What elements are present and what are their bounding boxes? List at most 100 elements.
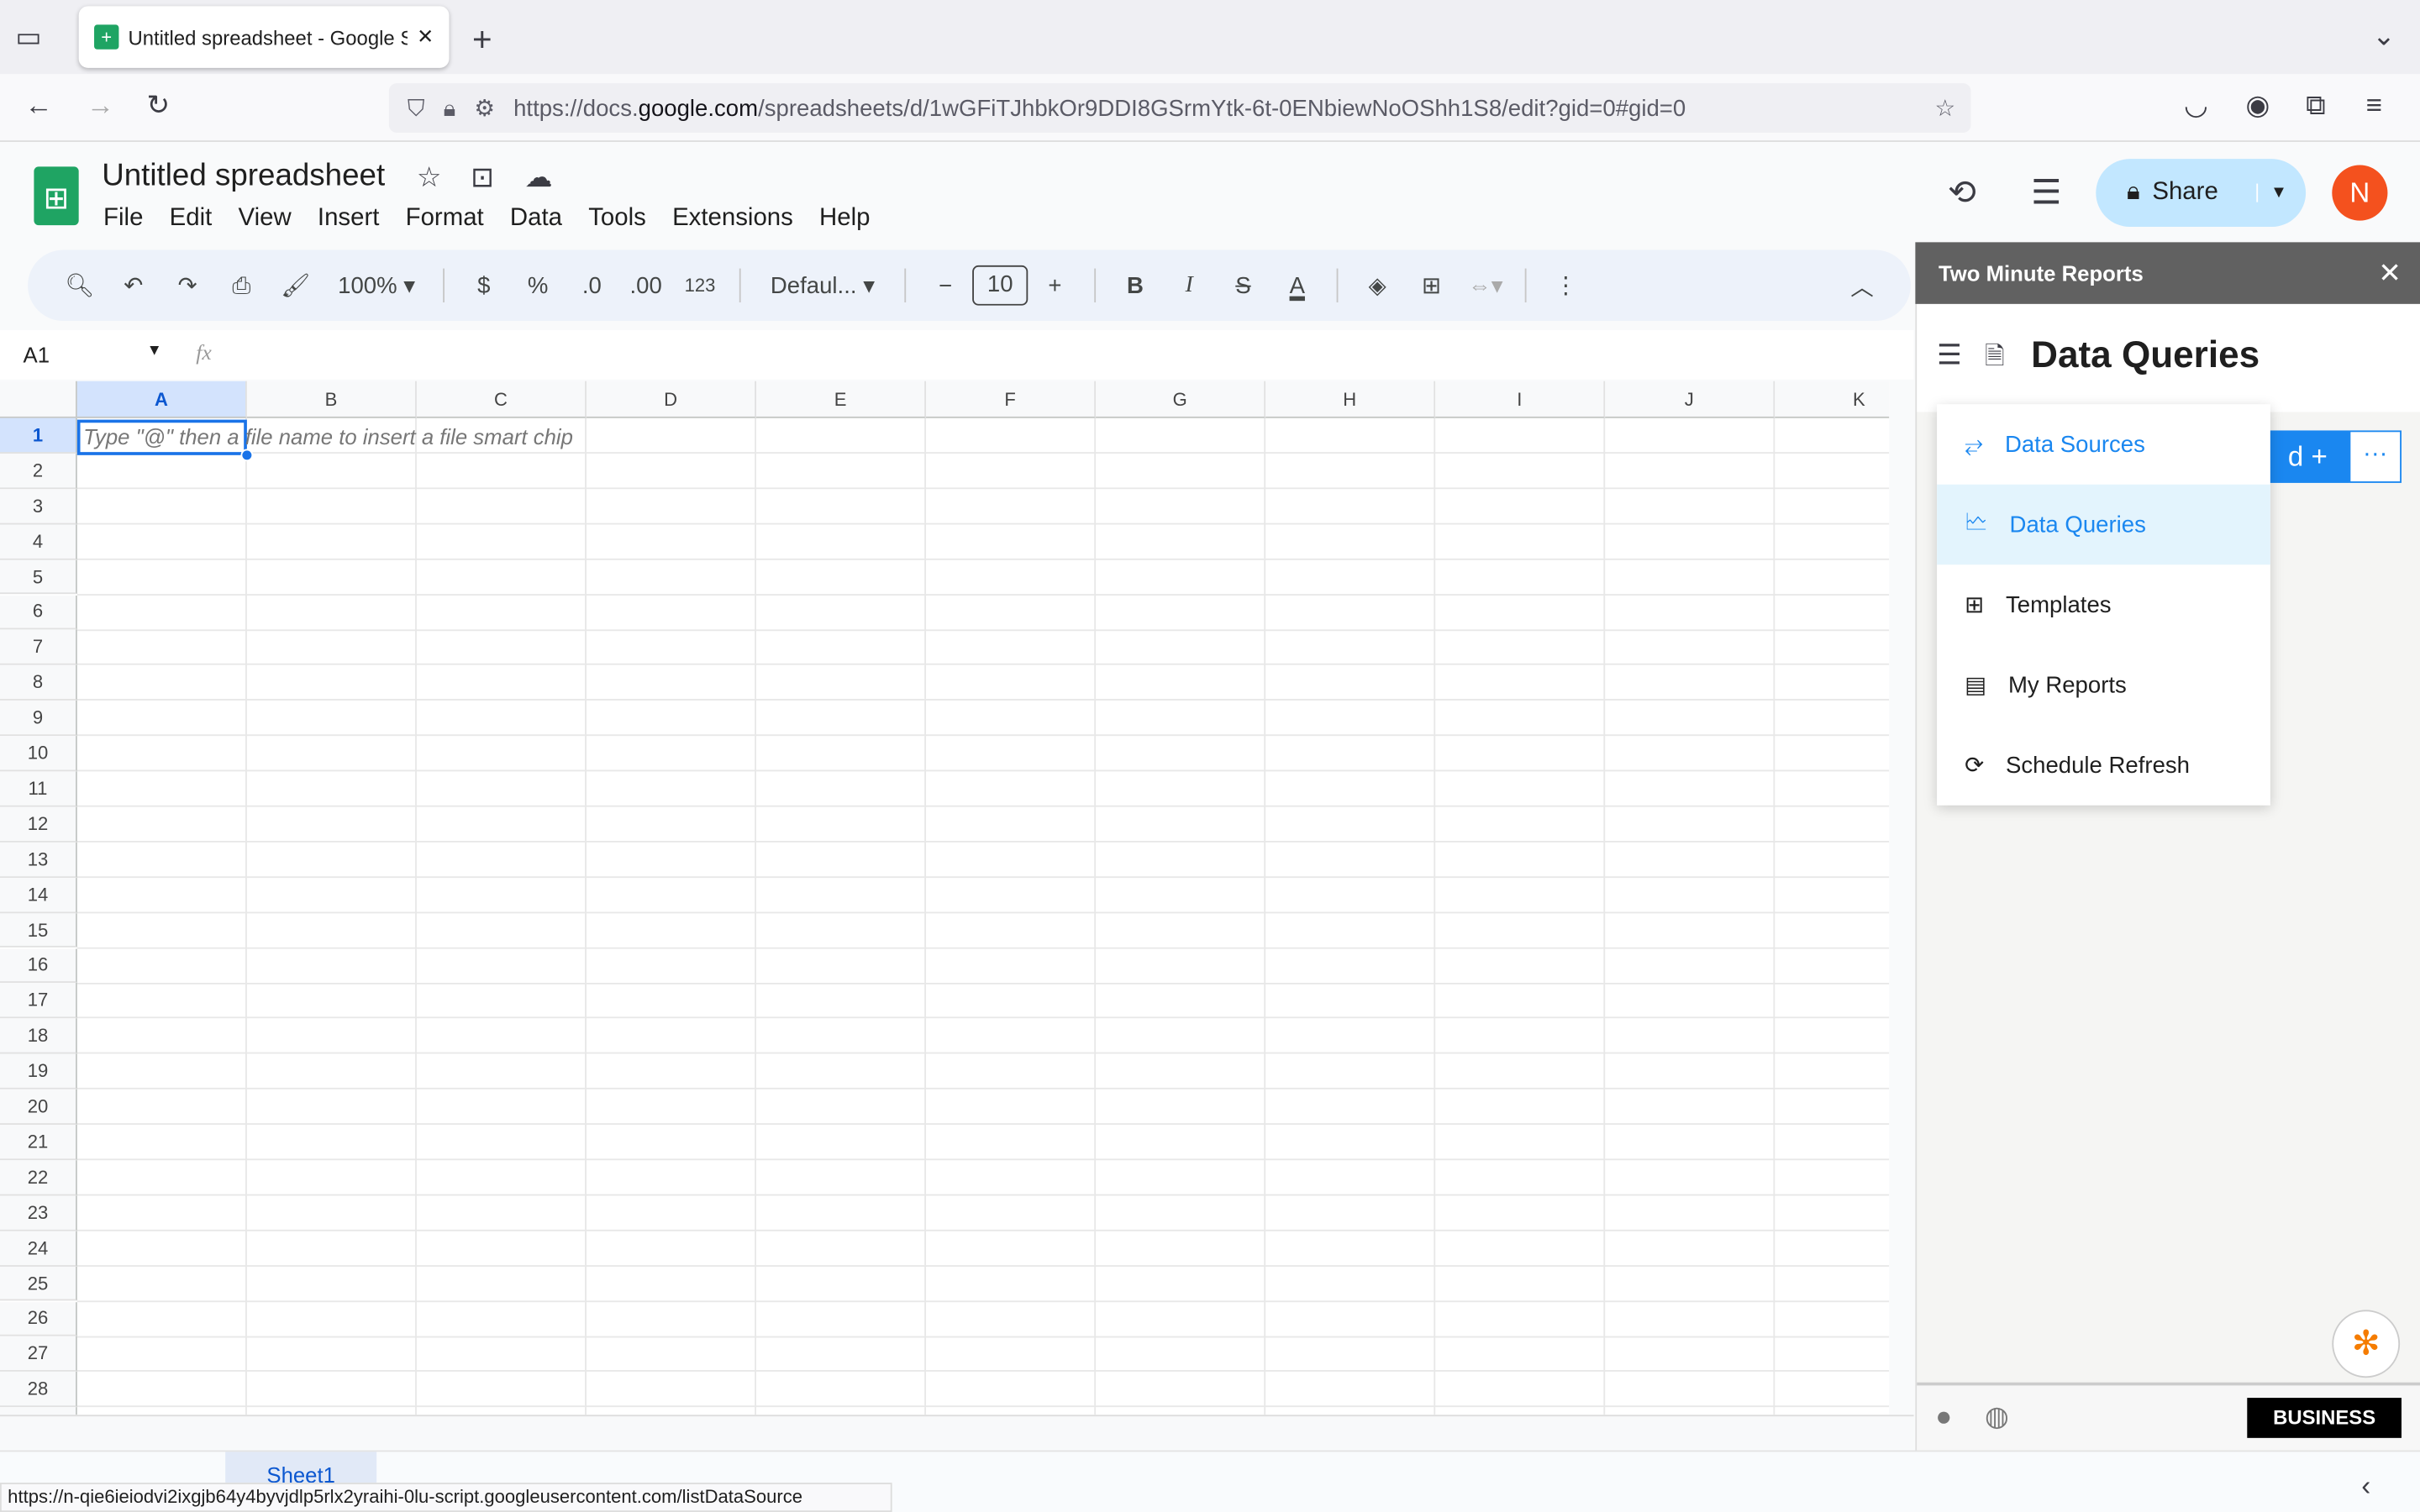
pocket-icon[interactable]: ◡	[2184, 90, 2208, 123]
row-header[interactable]	[0, 1407, 77, 1415]
row-header[interactable]: 26	[0, 1301, 77, 1337]
row-header[interactable]: 16	[0, 948, 77, 984]
column-header-h[interactable]: H	[1265, 381, 1436, 418]
merge-cells-icon[interactable]: ⇔▾	[1459, 271, 1512, 299]
column-header-k[interactable]: K	[1775, 381, 1890, 418]
row-header[interactable]: 8	[0, 665, 77, 701]
font-size-increase-icon[interactable]: +	[1028, 272, 1081, 298]
row-header[interactable]: 11	[0, 771, 77, 807]
column-header-g[interactable]: G	[1096, 381, 1266, 418]
print-icon[interactable]: ⎙	[214, 272, 268, 298]
redo-icon[interactable]: ↷	[160, 271, 214, 299]
font-select[interactable]: Defaul... ▾	[753, 271, 892, 299]
hamburger-menu-icon[interactable]: ☰	[1937, 339, 1962, 372]
undo-icon[interactable]: ↶	[107, 271, 160, 299]
row-header[interactable]: 5	[0, 559, 77, 596]
close-tab-icon[interactable]: ✕	[417, 24, 434, 49]
column-header-d[interactable]: D	[586, 381, 757, 418]
browser-tab[interactable]: + Untitled spreadsheet - Google S ✕	[78, 6, 450, 68]
strikethrough-button[interactable]: S	[1216, 272, 1270, 298]
paint-format-icon[interactable]: 🖌︎	[269, 271, 323, 299]
new-tab-icon[interactable]: +	[472, 20, 492, 60]
row-header[interactable]: 14	[0, 877, 77, 913]
font-size-input[interactable]: 10	[972, 265, 1028, 306]
extensions-icon[interactable]: ⧉	[2306, 90, 2326, 123]
row-header[interactable]: 2	[0, 453, 77, 489]
row-header[interactable]: 27	[0, 1336, 77, 1373]
spreadsheet-grid[interactable]: Type "@" then a file name to insert a fi…	[0, 381, 1890, 1415]
row-header[interactable]: 17	[0, 983, 77, 1019]
column-header-b[interactable]: B	[246, 381, 417, 418]
menu-help[interactable]: Help	[819, 205, 870, 233]
side-panel-toggle-icon[interactable]: ‹	[2361, 1470, 2370, 1503]
move-folder-icon[interactable]: ⊡	[471, 162, 494, 195]
row-header[interactable]: 22	[0, 1160, 77, 1196]
row-header[interactable]: 25	[0, 1266, 77, 1302]
menu-insert[interactable]: Insert	[318, 205, 379, 233]
zoom-select[interactable]: 100% ▾	[323, 271, 431, 299]
menu-view[interactable]: View	[239, 205, 292, 233]
fill-color-icon[interactable]: ◈	[1350, 271, 1404, 299]
horizontal-scrollbar[interactable]	[0, 1415, 1914, 1449]
close-sidebar-icon[interactable]: ✕	[2378, 257, 2402, 290]
tab-list-chevron-icon[interactable]: ⌄	[2372, 20, 2396, 53]
search-icon[interactable]: 🔍︎	[52, 271, 106, 299]
version-history-icon[interactable]: ⟲	[1948, 173, 1976, 213]
row-header[interactable]: 18	[0, 1018, 77, 1054]
row-header[interactable]: 4	[0, 523, 77, 559]
decrease-decimal-button[interactable]: .0	[565, 272, 618, 298]
url-bar[interactable]: ⛉ 🔒︎ ⚙ https://docs.google.com/spreadsheet…	[388, 83, 1971, 133]
row-header[interactable]: 10	[0, 736, 77, 772]
column-header-i[interactable]: I	[1435, 381, 1606, 418]
support-icon[interactable]: ◍	[1985, 1401, 2009, 1434]
currency-button[interactable]: $	[457, 272, 511, 298]
name-box[interactable]: A1 ▼	[24, 343, 162, 367]
bookmark-star-icon[interactable]: ☆	[1934, 94, 1955, 122]
row-header[interactable]: 7	[0, 630, 77, 666]
borders-icon[interactable]: ⊞	[1404, 271, 1458, 299]
comments-icon[interactable]: ☰	[2031, 173, 2061, 213]
nav-item-my-reports[interactable]: ▤ My Reports	[1937, 645, 2270, 726]
number-format-button[interactable]: 123	[673, 275, 727, 297]
percent-button[interactable]: %	[511, 272, 565, 298]
column-header-e[interactable]: E	[756, 381, 927, 418]
italic-button[interactable]: I	[1162, 272, 1216, 298]
row-header[interactable]: 19	[0, 1053, 77, 1089]
cell-a1[interactable]: Type "@" then a file name to insert a fi…	[76, 419, 573, 455]
row-header[interactable]: 15	[0, 912, 77, 948]
nav-item-templates[interactable]: ⊞ Templates	[1937, 564, 2270, 645]
row-header[interactable]: 6	[0, 595, 77, 631]
menu-data[interactable]: Data	[510, 205, 562, 233]
nav-item-data-queries[interactable]: 🗠 Data Queries	[1937, 484, 2270, 565]
row-header[interactable]: 23	[0, 1195, 77, 1231]
nav-item-data-sources[interactable]: ⥂ Data Sources	[1937, 404, 2270, 485]
more-options-icon[interactable]: ⋮	[1539, 271, 1592, 299]
column-header-f[interactable]: F	[926, 381, 1097, 418]
select-all-corner[interactable]	[0, 381, 77, 418]
help-chat-icon[interactable]: ✻	[2332, 1310, 2401, 1378]
app-menu-icon[interactable]: ≡	[2366, 90, 2382, 123]
avatar[interactable]: N	[2332, 165, 2388, 221]
row-header[interactable]: 9	[0, 701, 77, 737]
column-header-c[interactable]: C	[416, 381, 587, 418]
user-icon[interactable]: ●	[1935, 1401, 1952, 1434]
tab-overview-icon[interactable]: ▭	[15, 22, 41, 55]
text-color-button[interactable]: A	[1270, 272, 1324, 298]
share-dropdown-icon[interactable]: ▼	[2256, 183, 2287, 202]
menu-edit[interactable]: Edit	[170, 205, 213, 233]
row-header[interactable]: 21	[0, 1124, 77, 1161]
formula-input[interactable]	[224, 339, 1914, 370]
menu-file[interactable]: File	[103, 205, 143, 233]
menu-extensions[interactable]: Extensions	[672, 205, 793, 233]
column-header-a[interactable]: A	[76, 381, 247, 418]
row-header[interactable]: 28	[0, 1372, 77, 1408]
share-button[interactable]: 🔒︎ Share ▼	[2096, 159, 2307, 228]
row-header[interactable]: 13	[0, 842, 77, 878]
nav-item-schedule-refresh[interactable]: ⟳ Schedule Refresh	[1937, 725, 2270, 806]
collapse-toolbar-icon[interactable]: ︿	[1835, 270, 1889, 302]
row-header[interactable]: 20	[0, 1089, 77, 1125]
reload-icon[interactable]: ↻	[146, 90, 170, 123]
bold-button[interactable]: B	[1108, 272, 1162, 298]
more-actions-button[interactable]: ···	[2349, 430, 2402, 483]
back-icon[interactable]: ←	[24, 90, 52, 123]
